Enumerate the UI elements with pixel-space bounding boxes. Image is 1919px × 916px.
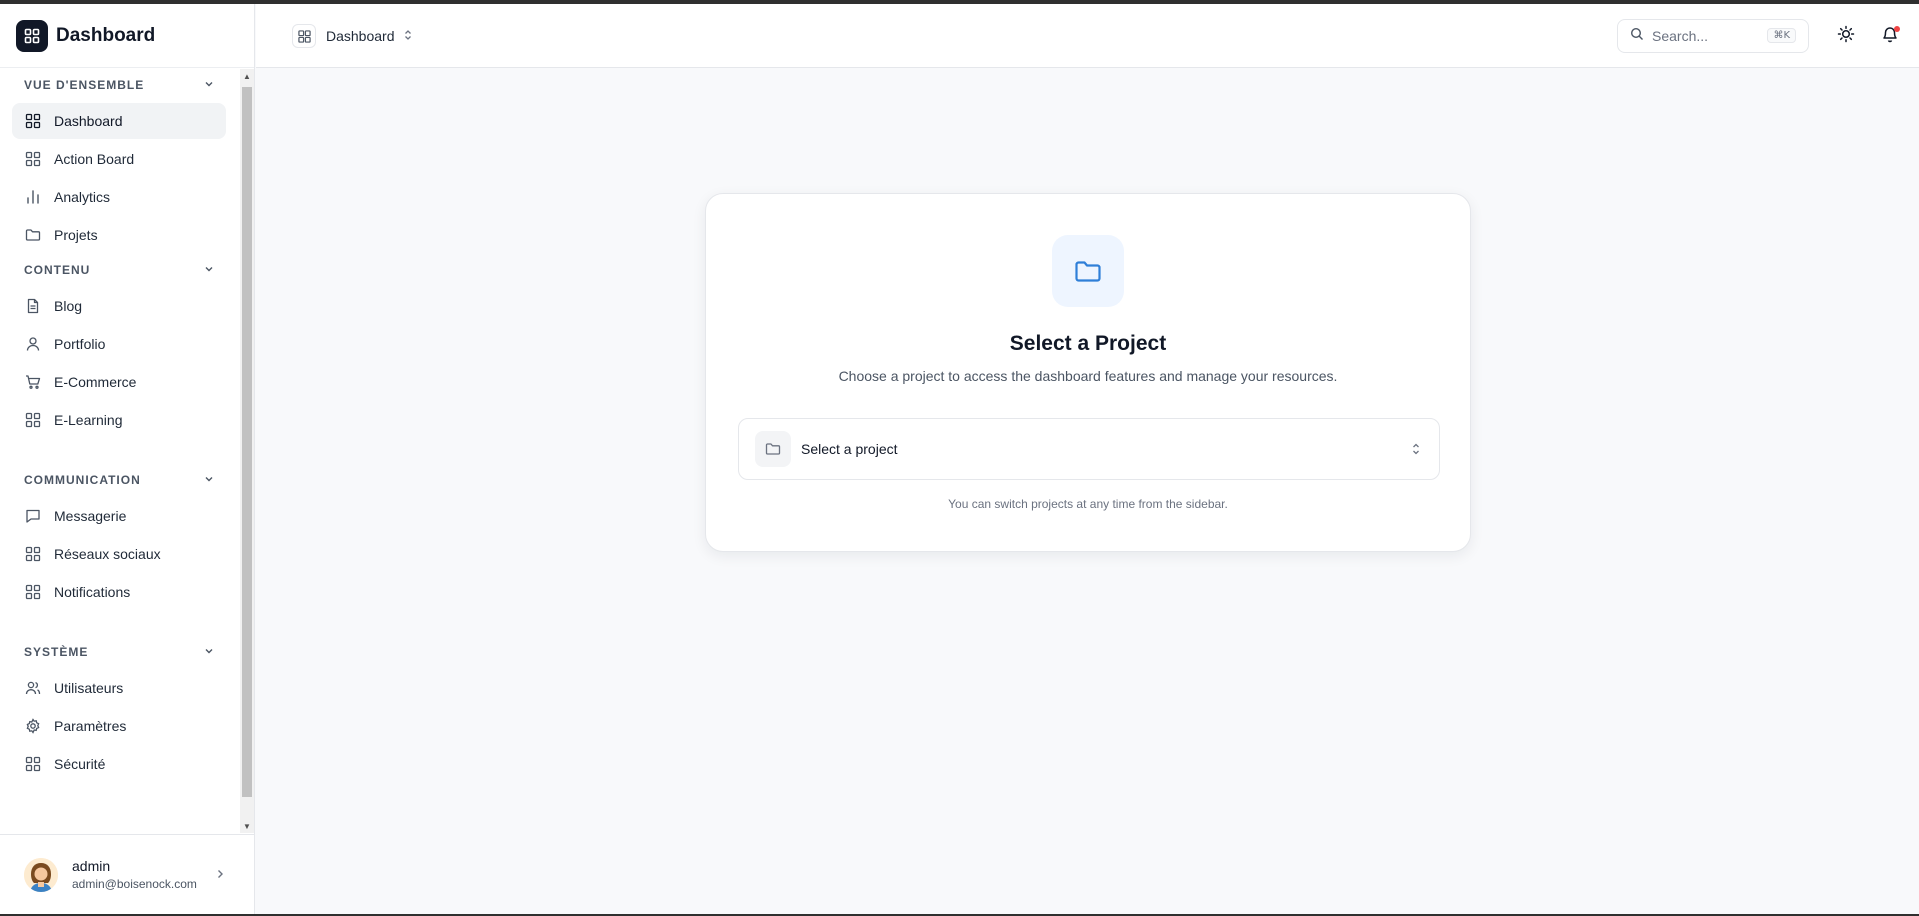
bar-chart-icon <box>24 188 42 206</box>
scroll-down-arrow[interactable]: ▼ <box>240 819 254 833</box>
avatar <box>24 857 58 892</box>
sidebar-nav: VUE D'ENSEMBLE Dashboard Action Board Analy… <box>0 69 254 833</box>
top-header: Dashboard ⌘K <box>256 4 1919 68</box>
section-header[interactable]: COMMUNICATION <box>24 470 214 490</box>
sidebar-item-label: Utilisateurs <box>54 680 124 696</box>
user-icon <box>24 335 42 353</box>
sidebar-item-label: Réseaux sociaux <box>54 546 161 562</box>
sidebar-item-blog[interactable]: Blog <box>12 288 226 324</box>
sidebar-item-label: E-Learning <box>54 412 123 428</box>
select-project-label: Select a project <box>801 441 898 457</box>
sidebar-item-action-board[interactable]: Action Board <box>12 141 226 177</box>
project-select[interactable]: Select a project <box>738 418 1440 480</box>
notifications-button[interactable] <box>1878 24 1902 48</box>
sidebar-item-label: Dashboard <box>54 113 123 129</box>
chevron-down-icon <box>204 473 214 487</box>
user-email: admin@boisenock.com <box>72 877 197 891</box>
sidebar-item-label: Action Board <box>54 151 135 167</box>
brand[interactable]: Dashboard <box>0 4 254 68</box>
sidebar-item-label: Projets <box>54 227 98 243</box>
sidebar-item-e-learning[interactable]: E-Learning <box>12 402 226 438</box>
sidebar-item-dashboard[interactable]: Dashboard <box>12 103 226 139</box>
theme-toggle-button[interactable] <box>1834 24 1858 48</box>
sidebar-item-utilisateurs[interactable]: Utilisateurs <box>12 670 226 706</box>
cart-icon <box>24 373 42 391</box>
sidebar-item-portfolio[interactable]: Portfolio <box>12 326 226 362</box>
section-title: VUE D'ENSEMBLE <box>24 78 145 92</box>
grid-icon <box>292 24 316 48</box>
scroll-thumb[interactable] <box>242 87 252 797</box>
user-name: admin <box>72 858 111 874</box>
section-header[interactable]: VUE D'ENSEMBLE <box>24 75 214 95</box>
sidebar-item-label: Analytics <box>54 189 111 205</box>
select-project-card: Select a Project Choose a project to acc… <box>705 193 1471 552</box>
folder-icon <box>1052 235 1124 307</box>
search-input[interactable] <box>1652 28 1762 44</box>
chevron-down-icon <box>204 263 214 277</box>
search-icon <box>1630 27 1644 46</box>
section-title: CONTENU <box>24 263 91 277</box>
app-title: Dashboard <box>56 24 156 46</box>
gear-icon <box>24 717 42 735</box>
breadcrumb[interactable]: Dashboard <box>292 24 413 48</box>
section-header[interactable]: SYSTÈME <box>24 642 214 662</box>
breadcrumb-label: Dashboard <box>326 28 395 44</box>
search-box[interactable]: ⌘K <box>1617 19 1809 53</box>
grid-icon <box>24 545 42 563</box>
notification-dot <box>1894 26 1900 32</box>
sidebar-item-label: Blog <box>54 298 83 314</box>
chevron-down-icon <box>204 78 214 92</box>
grid-icon <box>24 411 42 429</box>
section-header[interactable]: CONTENU <box>24 260 214 280</box>
folder-icon <box>755 431 791 467</box>
sidebar-item-analytics[interactable]: Analytics <box>12 179 226 215</box>
user-profile[interactable]: admin admin@boisenock.com <box>0 834 254 914</box>
card-title: Select a Project <box>1009 332 1167 355</box>
sidebar-item-reseaux-sociaux[interactable]: Réseaux sociaux <box>12 536 226 572</box>
users-icon <box>24 679 42 697</box>
grid-icon <box>24 583 42 601</box>
chevron-up-down-icon <box>1411 442 1421 461</box>
folder-icon <box>24 226 42 244</box>
chevron-down-icon <box>204 645 214 659</box>
search-shortcut: ⌘K <box>1767 28 1796 43</box>
chevron-up-down-icon <box>403 28 413 44</box>
sidebar-scrollbar[interactable]: ▲ ▼ <box>240 69 254 833</box>
sun-icon <box>1837 25 1855 48</box>
sidebar-item-label: Notifications <box>54 584 131 600</box>
sidebar-item-label: Portfolio <box>54 336 106 352</box>
chevron-right-icon <box>214 867 226 885</box>
section-title: COMMUNICATION <box>24 473 141 487</box>
section-title: SYSTÈME <box>24 645 89 659</box>
sidebar-item-label: E-Commerce <box>54 374 137 390</box>
card-hint: You can switch projects at any time from… <box>948 497 1228 511</box>
card-description: Choose a project to access the dashboard… <box>838 368 1338 384</box>
message-icon <box>24 507 42 525</box>
sidebar-item-securite[interactable]: Sécurité <box>12 746 226 782</box>
scroll-up-arrow[interactable]: ▲ <box>240 69 254 83</box>
grid-icon <box>24 755 42 773</box>
sidebar-item-label: Messagerie <box>54 508 127 524</box>
sidebar-item-notifications[interactable]: Notifications <box>12 574 226 610</box>
sidebar-item-label: Sécurité <box>54 756 106 772</box>
sidebar-item-e-commerce[interactable]: E-Commerce <box>12 364 226 400</box>
grid-icon <box>24 150 42 168</box>
grid-icon <box>24 112 42 130</box>
sidebar-item-label: Paramètres <box>54 718 127 734</box>
sidebar-item-projets[interactable]: Projets <box>12 217 226 253</box>
sidebar-item-messagerie[interactable]: Messagerie <box>12 498 226 534</box>
logo-grid-icon <box>16 19 48 52</box>
sidebar: Dashboard VUE D'ENSEMBLE Dashboard Action … <box>0 4 255 914</box>
sidebar-item-parametres[interactable]: Paramètres <box>12 708 226 744</box>
document-icon <box>24 297 42 315</box>
